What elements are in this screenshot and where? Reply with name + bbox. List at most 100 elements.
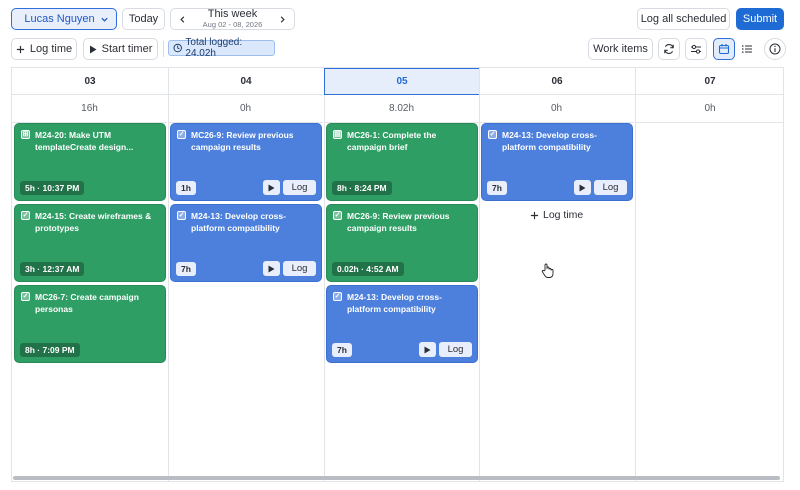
day-total-hours: 0h (479, 95, 634, 123)
scheduled-work-card[interactable]: ✓ M24-13: Develop cross-platform compatib… (326, 285, 478, 363)
checkbox-icon: ✓ (488, 130, 497, 139)
log-time-label: Log time (29, 43, 73, 55)
column-divider (324, 68, 325, 481)
user-name: Lucas Nguyen (24, 13, 95, 25)
card-title: M24-20: Make UTM templateCreate design..… (35, 130, 134, 153)
story-icon: ▤ (333, 130, 342, 139)
checkbox-icon: ✓ (177, 130, 186, 139)
logged-work-card[interactable]: ⊞ M24-20: Make UTM templateCreate design.… (14, 123, 166, 201)
logged-work-card[interactable]: ▤ MC26-1: Complete the campaign brief 8h ·… (326, 123, 478, 201)
start-timer-card-button[interactable] (263, 180, 280, 195)
add-log-time-button[interactable]: Log time (530, 209, 583, 221)
checkbox-icon: ✓ (21, 292, 30, 301)
checkbox-icon: ✓ (333, 211, 342, 220)
scheduled-work-card[interactable]: ✓ MC26-9: Review previous campaign result… (170, 123, 322, 201)
week-range: Aug 02 - 08, 2026 (202, 19, 263, 29)
week-calendar-grid: 03 16h 04 0h 05 8.02h 06 0h 07 0h ⊞ M24-20: Make UT… (11, 67, 784, 482)
log-all-scheduled-button[interactable]: Log all scheduled (637, 8, 730, 30)
list-view-button[interactable] (736, 38, 758, 60)
card-footer: 7h Log (487, 180, 627, 195)
card-footer: 7h Log (332, 342, 472, 357)
day-header-04: 04 (168, 68, 324, 95)
user-selector-button[interactable]: Lucas Nguyen (11, 8, 117, 30)
card-title-row: ✓ M24-13: Develop cross-platform compatib… (488, 129, 626, 154)
card-duration: 7h (176, 261, 196, 276)
card-title-row: ✓ MC26-7: Create campaign personas (21, 291, 159, 316)
total-logged-badge: Total logged: 24.02h (168, 37, 275, 59)
card-title-row: ✓ M24-13: Develop cross-platform compatib… (333, 291, 471, 316)
card-title-row: ✓ M24-15: Create wireframes & prototypes (21, 210, 159, 235)
plus-icon (16, 45, 25, 53)
scheduled-work-card[interactable]: ✓ M24-13: Develop cross-platform compatib… (170, 204, 322, 282)
total-logged-text: Total logged: 24.02h (185, 37, 243, 59)
today-button[interactable]: Today (122, 8, 165, 30)
horizontal-scrollbar[interactable] (13, 476, 780, 480)
today-label: Today (128, 13, 159, 25)
card-duration: 8h · 7:09 PM (20, 342, 80, 357)
play-icon (579, 184, 586, 191)
card-title-row: ✓ MC26-9: Review previous campaign result… (177, 129, 315, 154)
card-footer: 1h Log (176, 180, 316, 195)
log-card-button[interactable]: Log (283, 180, 316, 195)
card-title-row: ▤ MC26-1: Complete the campaign brief (333, 129, 471, 154)
previous-week-button[interactable] (171, 9, 193, 29)
clock-icon (173, 43, 182, 53)
play-icon (89, 45, 97, 53)
play-icon (268, 265, 275, 272)
card-footer: 3h · 12:37 AM (20, 261, 160, 276)
sliders-icon (691, 44, 701, 54)
checkbox-icon: ✓ (177, 211, 186, 220)
start-timer-label: Start timer (101, 43, 153, 55)
logged-work-card[interactable]: ✓ MC26-7: Create campaign personas 8h · 7:… (14, 285, 166, 363)
start-timer-button[interactable]: Start timer (83, 38, 158, 60)
card-title-row: ✓ MC26-9: Review previous campaign result… (333, 210, 471, 235)
log-card-button[interactable]: Log (283, 261, 316, 276)
scheduled-work-card[interactable]: ✓ M24-13: Develop cross-platform compatib… (481, 123, 633, 201)
card-title: M24-13: Develop cross-platform compatibi… (191, 211, 286, 234)
day-total-hours: 8.02h (324, 95, 479, 123)
day-total-hours: 16h (12, 95, 167, 123)
divider (163, 41, 164, 57)
work-items-label: Work items (593, 43, 648, 55)
day-header-07: 07 (635, 68, 783, 95)
filter-settings-button[interactable] (685, 38, 707, 60)
logged-work-card[interactable]: ✓ MC26-9: Review previous campaign result… (326, 204, 478, 282)
card-footer: 8h · 7:09 PM (20, 342, 160, 357)
day-header-06: 06 (479, 68, 635, 95)
week-label: This week Aug 02 - 08, 2026 (203, 9, 263, 28)
card-duration: 5h · 10:37 PM (20, 180, 85, 195)
play-icon (424, 346, 431, 353)
hand-cursor-icon (541, 263, 554, 278)
checkbox-icon: ✓ (21, 211, 30, 220)
log-time-button[interactable]: Log time (11, 38, 77, 60)
add-log-time-label: Log time (543, 209, 584, 221)
card-title-row: ⊞ M24-20: Make UTM templateCreate design.… (21, 129, 159, 154)
card-duration: 8h · 8:24 PM (332, 180, 392, 195)
start-timer-card-button[interactable] (263, 261, 280, 276)
play-icon (268, 184, 275, 191)
start-timer-card-button[interactable] (574, 180, 591, 195)
submit-label: Submit (742, 13, 778, 25)
log-card-button[interactable]: Log (439, 342, 472, 357)
start-timer-card-button[interactable] (419, 342, 436, 357)
log-card-button[interactable]: Log (594, 180, 627, 195)
card-duration: 0.02h · 4:52 AM (332, 261, 404, 276)
day-header-05: 05 (324, 68, 480, 95)
card-footer: 7h Log (176, 261, 316, 276)
column-divider (635, 68, 636, 481)
logged-work-card[interactable]: ✓ M24-15: Create wireframes & prototypes 3… (14, 204, 166, 282)
card-title: M24-13: Develop cross-platform compatibi… (502, 130, 597, 153)
subtask-icon: ⊞ (21, 130, 30, 139)
chevron-right-icon (281, 15, 286, 23)
next-week-button[interactable] (272, 9, 294, 29)
submit-button[interactable]: Submit (736, 8, 784, 30)
day-header-03: 03 (12, 68, 168, 95)
card-title: M24-15: Create wireframes & prototypes (35, 211, 152, 234)
calendar-view-button[interactable] (713, 38, 735, 60)
card-title: MC26-7: Create campaign personas (35, 292, 139, 315)
refresh-button[interactable] (658, 38, 680, 60)
work-items-button[interactable]: Work items (588, 38, 653, 60)
chevron-left-icon (179, 15, 184, 23)
info-button[interactable] (764, 38, 786, 60)
card-title-row: ✓ M24-13: Develop cross-platform compatib… (177, 210, 315, 235)
